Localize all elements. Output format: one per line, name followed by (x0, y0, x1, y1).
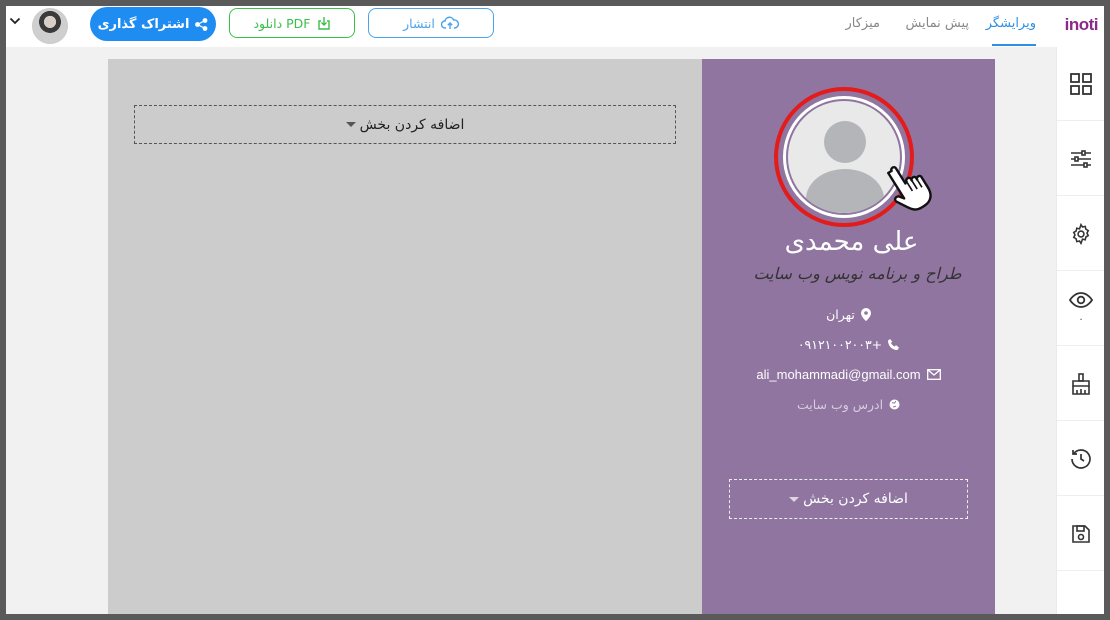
sliders-icon (1071, 149, 1091, 168)
sidebar-item-layout[interactable] (1057, 47, 1104, 121)
publish-label: انتشار (403, 15, 435, 31)
sidebar-item-save[interactable] (1057, 497, 1104, 571)
publish-button[interactable]: انتشار (368, 8, 494, 38)
person-name[interactable]: علی محمدی (702, 227, 995, 257)
add-section-button-sidebar[interactable]: اضافه کردن بخش (729, 479, 968, 519)
user-avatar[interactable] (32, 8, 68, 44)
gear-icon (1072, 222, 1090, 245)
contact-website[interactable]: ادرس وب سایت (702, 397, 995, 412)
avatar-head (824, 121, 866, 163)
sidebar-item-history[interactable] (1057, 422, 1104, 496)
right-sidebar: ۰ (1056, 47, 1104, 614)
eye-icon (1069, 292, 1093, 308)
save-icon (1072, 524, 1090, 543)
share-icon (195, 17, 208, 31)
location-text: تهران (826, 307, 855, 322)
hand-pointer-icon (887, 165, 932, 211)
map-pin-icon (860, 308, 871, 321)
email-text: ali_mohammadi@gmail.com (756, 367, 921, 382)
sidebar-item-settings[interactable] (1057, 197, 1104, 271)
app-frame: inoti ویرایشگر پیش نمایش میزکار انتشار د… (6, 6, 1104, 614)
tab-preview[interactable]: پیش نمایش (905, 16, 969, 31)
sidebar-item-theme[interactable] (1057, 347, 1104, 421)
caret-down-icon (345, 122, 356, 127)
share-label: اشتراک گذاری (97, 16, 190, 32)
contact-location[interactable]: تهران (702, 307, 995, 322)
resume-canvas: اضافه کردن بخش علی محمدی طراح و برنامه ن… (108, 59, 995, 614)
contact-email[interactable]: ali_mohammadi@gmail.com (702, 367, 995, 382)
sidebar-item-settings-sliders[interactable] (1057, 122, 1104, 196)
phone-icon (888, 339, 900, 350)
add-section-button-main[interactable]: اضافه کردن بخش (134, 105, 676, 144)
cloud-upload-icon (440, 16, 459, 29)
download-icon (317, 17, 330, 30)
brush-icon (1072, 372, 1090, 395)
top-bar: inoti ویرایشگر پیش نمایش میزکار انتشار د… (6, 6, 1104, 47)
contact-phone[interactable]: ۰۹۱۲۱۰۰۲۰۰۳+ (702, 337, 995, 352)
add-section-label: اضافه کردن بخش (803, 491, 908, 507)
phone-text: ۰۹۱۲۱۰۰۲۰۰۳+ (797, 337, 883, 352)
download-pdf-button[interactable]: دانلود PDF (229, 8, 355, 38)
brand-logo[interactable]: inoti (1065, 15, 1099, 35)
download-pdf-label: دانلود PDF (253, 15, 311, 31)
caret-down-icon (789, 496, 800, 502)
share-button[interactable]: اشتراک گذاری (90, 7, 216, 41)
view-count: ۰ (1078, 314, 1084, 325)
sidebar-item-views[interactable]: ۰ (1057, 272, 1104, 346)
tab-dashboard[interactable]: میزکار (846, 16, 881, 31)
resume-sidebar-column: علی محمدی طراح و برنامه نویس وب سایت تهر… (702, 59, 995, 614)
avatar-body (806, 169, 884, 213)
add-section-label: اضافه کردن بخش (359, 116, 465, 133)
history-icon (1071, 448, 1091, 469)
tab-editor[interactable]: ویرایشگر (986, 16, 1036, 31)
job-title[interactable]: طراح و برنامه نویس وب سایت (702, 264, 995, 283)
active-tab-indicator (992, 44, 1036, 46)
layout-grid-icon (1070, 72, 1092, 95)
envelope-icon (926, 369, 941, 380)
website-placeholder-text: ادرس وب سایت (796, 397, 884, 412)
globe-icon (889, 399, 900, 410)
chevron-down-icon[interactable] (9, 16, 21, 26)
